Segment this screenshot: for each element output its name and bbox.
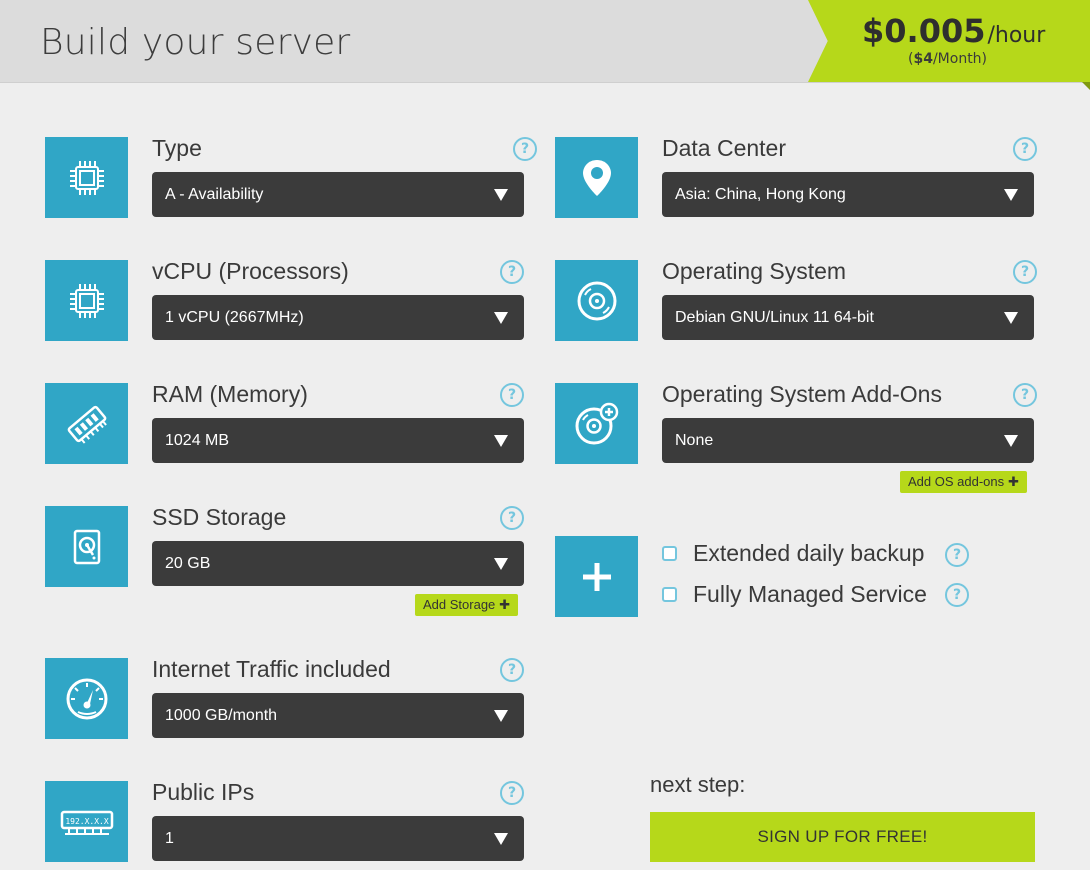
datacenter-select[interactable]: Asia: China, Hong Kong (662, 172, 1034, 217)
add-storage-label: Add Storage (423, 597, 496, 612)
managed-service-help-icon[interactable]: ? (945, 583, 969, 607)
ram-select[interactable]: 1024 MB (152, 418, 524, 463)
traffic-select[interactable]: 1000 GB/month (152, 693, 524, 738)
ram-label: RAM (Memory) (152, 381, 308, 407)
chip-icon (45, 137, 128, 218)
extended-backup-help-icon[interactable]: ? (945, 543, 969, 567)
datacenter-value: Asia: China, Hong Kong (675, 186, 846, 203)
sign-up-button[interactable]: SIGN UP FOR FREE! (650, 812, 1035, 862)
vcpu-label: vCPU (Processors) (152, 258, 349, 284)
ips-help-icon[interactable]: ? (500, 781, 524, 805)
os-addons-select[interactable]: None (662, 418, 1034, 463)
vcpu-select[interactable]: 1 vCPU (2667MHz) (152, 295, 524, 340)
add-storage-button[interactable]: Add Storage ✚ (415, 594, 519, 616)
datacenter-help-icon[interactable]: ? (1013, 137, 1037, 161)
price-tag-fold (1082, 82, 1090, 90)
os-label: Operating System (662, 258, 847, 284)
price-unit: /hour (987, 23, 1046, 48)
datacenter-label: Data Center (662, 135, 787, 161)
price-hourly: $0.005/hour (862, 12, 1045, 50)
os-select[interactable]: Debian GNU/Linux 11 64-bit (662, 295, 1034, 340)
price-monthly-value: $4 (913, 51, 933, 67)
extended-backup-option[interactable]: Extended daily backup (662, 540, 924, 567)
ips-value: 1 (165, 830, 174, 847)
managed-service-checkbox[interactable] (662, 587, 677, 602)
chevron-down-icon (1004, 312, 1018, 324)
plus-icon: ✚ (499, 597, 511, 612)
type-value: A - Availability (165, 186, 264, 203)
ip-address-icon: 192.X.X.X (45, 781, 128, 862)
traffic-label: Internet Traffic included (152, 656, 391, 682)
add-os-addons-label: Add OS add-ons (908, 474, 1005, 489)
os-value: Debian GNU/Linux 11 64-bit (675, 309, 874, 326)
os-addons-help-icon[interactable]: ? (1013, 383, 1037, 407)
type-help-icon[interactable]: ? (513, 137, 537, 161)
chevron-down-icon (494, 710, 508, 722)
traffic-value: 1000 GB/month (165, 707, 278, 724)
extended-backup-checkbox[interactable] (662, 546, 677, 561)
os-help-icon[interactable]: ? (1013, 260, 1037, 284)
price-monthly: ($4/Month) (908, 51, 987, 67)
ram-help-icon[interactable]: ? (500, 383, 524, 407)
chevron-down-icon (494, 435, 508, 447)
chevron-down-icon (494, 833, 508, 845)
add-os-addons-button[interactable]: Add OS add-ons ✚ (900, 471, 1028, 493)
ssd-value: 20 GB (165, 555, 211, 572)
os-addons-value: None (675, 432, 714, 449)
chevron-down-icon (1004, 189, 1018, 201)
managed-service-label: Fully Managed Service (693, 581, 927, 607)
type-select[interactable]: A - Availability (152, 172, 524, 217)
price-monthly-rest: /Month) (932, 51, 988, 67)
traffic-help-icon[interactable]: ? (500, 658, 524, 682)
chip-icon (45, 260, 128, 341)
location-pin-icon (555, 137, 638, 218)
chevron-down-icon (494, 189, 508, 201)
memory-icon (45, 383, 128, 464)
type-label: Type (152, 135, 202, 161)
plus-icon (555, 536, 638, 617)
chevron-down-icon (494, 558, 508, 570)
ips-select[interactable]: 1 (152, 816, 524, 861)
ssd-help-icon[interactable]: ? (500, 506, 524, 530)
vcpu-help-icon[interactable]: ? (500, 260, 524, 284)
hard-drive-icon (45, 506, 128, 587)
plus-icon: ✚ (1008, 474, 1020, 489)
os-addons-label: Operating System Add-Ons (662, 381, 942, 407)
ram-value: 1024 MB (165, 432, 230, 449)
ip-icon-text: 192.X.X.X (65, 817, 109, 826)
speedometer-icon (45, 658, 128, 739)
vcpu-value: 1 vCPU (2667MHz) (165, 309, 304, 326)
ssd-label: SSD Storage (152, 504, 287, 530)
ips-label: Public IPs (152, 779, 255, 805)
disc-plus-icon (555, 383, 638, 464)
managed-service-option[interactable]: Fully Managed Service (662, 581, 927, 608)
extended-backup-label: Extended daily backup (693, 540, 925, 566)
disc-icon (555, 260, 638, 341)
page-title: Build your server (40, 22, 351, 63)
chevron-down-icon (494, 312, 508, 324)
ssd-select[interactable]: 20 GB (152, 541, 524, 586)
price-amount: $0.005 (862, 12, 986, 50)
chevron-down-icon (1004, 435, 1018, 447)
next-step-label: next step: (650, 772, 746, 797)
